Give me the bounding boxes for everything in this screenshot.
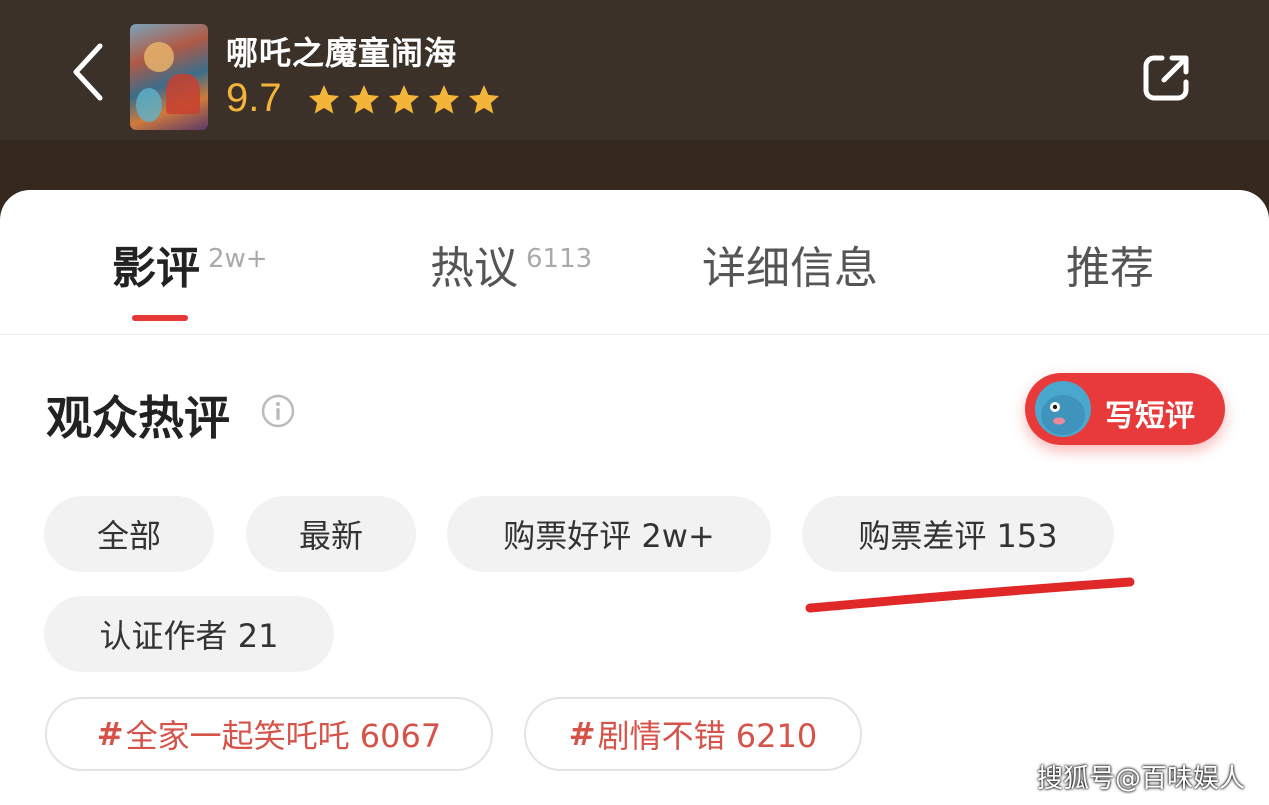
tab-discussion[interactable]: 热议 6113 (430, 232, 592, 296)
share-icon (1143, 55, 1189, 101)
topic-tag[interactable]: # 全家一起笑吒吒 6067 (45, 697, 493, 771)
filter-verified[interactable]: 认证作者 21 (44, 596, 334, 672)
tab-count: 2w+ (208, 244, 268, 275)
share-button[interactable] (1140, 50, 1194, 104)
filter-latest[interactable]: 最新 (246, 496, 416, 572)
info-icon[interactable] (260, 393, 296, 429)
filter-all[interactable]: 全部 (44, 496, 214, 572)
active-tab-indicator (132, 315, 188, 321)
tab-details[interactable]: 详细信息 (702, 232, 878, 296)
watermark: 搜狐号@百味娱人 (1037, 764, 1246, 794)
movie-poster[interactable] (130, 24, 208, 130)
back-button[interactable] (60, 40, 116, 104)
hash-icon: # (568, 715, 596, 753)
movie-rating: 9.7 (226, 76, 282, 120)
topic-tag[interactable]: # 剧情不错 6210 (524, 697, 862, 771)
section-title: 观众热评 (46, 391, 230, 445)
movie-title: 哪吒之魔童闹海 (226, 34, 458, 72)
star-icon (429, 85, 459, 114)
tag-label: 全家一起笑吒吒 6067 (125, 717, 442, 755)
star-icon (469, 85, 499, 114)
tab-label: 影评 (112, 243, 200, 294)
tab-divider (0, 334, 1269, 335)
tab-label: 推荐 (1066, 243, 1154, 294)
rating-stars (306, 82, 502, 118)
tab-reviews[interactable]: 影评 2w+ (112, 232, 268, 296)
chevron-left-icon (73, 43, 103, 101)
filter-positive[interactable]: 购票好评 2w+ (447, 496, 771, 572)
tab-count: 6113 (526, 244, 593, 275)
star-icon (389, 85, 419, 114)
write-review-label: 写短评 (1105, 399, 1195, 434)
write-review-button[interactable]: 写短评 (1025, 373, 1225, 445)
avatar (1035, 381, 1091, 437)
red-underline-annotation (805, 577, 1135, 613)
tab-label: 详细信息 (702, 243, 878, 294)
star-icon (349, 85, 379, 114)
filter-negative[interactable]: 购票差评 153 (802, 496, 1114, 572)
tab-label: 热议 (430, 243, 518, 294)
tag-label: 剧情不错 6210 (597, 717, 818, 755)
star-icon (309, 85, 339, 114)
tab-recommend[interactable]: 推荐 (1066, 232, 1154, 296)
hash-icon: # (96, 715, 124, 753)
